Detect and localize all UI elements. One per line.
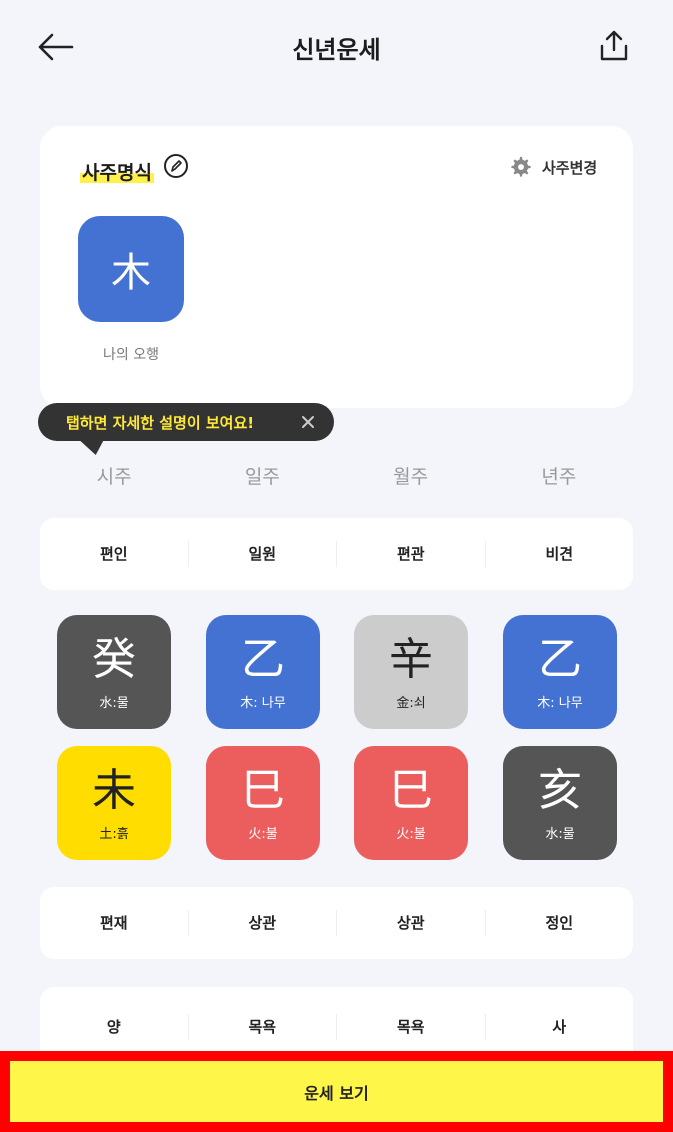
app-header: 신년운세 <box>0 0 673 96</box>
stem-tile-month[interactable]: 辛 金:쇠 <box>354 615 468 729</box>
stem-element-label: 木: 나무 <box>240 695 286 711</box>
branch-char: 巳 <box>389 764 433 816</box>
share-icon[interactable] <box>596 28 632 64</box>
branch-tile-month[interactable]: 巳 火:불 <box>354 746 468 860</box>
stem-char: 癸 <box>92 633 136 685</box>
stage-cell[interactable]: 목욕 <box>336 1014 485 1040</box>
branch-element-label: 土:흙 <box>99 826 129 842</box>
close-icon[interactable] <box>298 412 318 432</box>
branch-element-label: 火:불 <box>396 826 426 842</box>
stem-element-label: 木: 나무 <box>537 695 583 711</box>
my-element-char: 木 <box>111 250 151 296</box>
my-element-tile[interactable]: 木 <box>78 216 184 322</box>
ten-god-cell[interactable]: 편재 <box>40 910 188 936</box>
gear-icon <box>511 156 531 177</box>
stem-char: 乙 <box>241 633 285 685</box>
pillar-headers: 시주 일주 월주 년주 <box>40 462 633 496</box>
branch-char: 巳 <box>241 764 285 816</box>
stem-element-label: 金:쇠 <box>396 695 426 711</box>
pillar-header-year: 년주 <box>541 466 577 488</box>
ten-god-cell[interactable]: 일원 <box>187 541 337 567</box>
ten-god-cell[interactable]: 상관 <box>336 910 485 936</box>
ten-god-cell[interactable]: 편관 <box>336 541 485 567</box>
ten-gods-bottom-row: 편재 상관 상관 정인 <box>40 887 633 959</box>
stage-cell[interactable]: 목욕 <box>187 1014 337 1040</box>
branch-element-label: 水:물 <box>545 826 575 842</box>
stem-tile-hour[interactable]: 癸 水:물 <box>57 615 171 729</box>
pillar-header-day: 일주 <box>244 466 280 488</box>
pen-icon[interactable] <box>163 153 189 179</box>
ten-god-cell[interactable]: 편인 <box>40 541 188 567</box>
hint-tooltip: 탭하면 자세한 설명이 보여요! <box>38 403 334 441</box>
branch-tile-year[interactable]: 亥 水:물 <box>503 746 617 860</box>
stage-cell[interactable]: 사 <box>484 1014 634 1040</box>
stem-tile-day[interactable]: 乙 木: 나무 <box>206 615 320 729</box>
view-fortune-button[interactable]: 운세 보기 <box>10 1061 663 1122</box>
ten-god-cell[interactable]: 상관 <box>187 910 337 936</box>
branch-char: 亥 <box>538 764 582 816</box>
stem-tile-year[interactable]: 乙 木: 나무 <box>503 615 617 729</box>
stem-char: 乙 <box>538 633 582 685</box>
change-saju-button[interactable]: 사주변경 <box>510 154 597 180</box>
change-saju-label: 사주변경 <box>542 158 598 177</box>
ten-god-cell[interactable]: 비견 <box>484 541 634 567</box>
my-element-caption: 나의 오행 <box>103 347 159 363</box>
branch-element-label: 火:불 <box>248 826 278 842</box>
ten-gods-top-row: 편인 일원 편관 비견 <box>40 518 633 590</box>
tooltip-text: 탭하면 자세한 설명이 보여요! <box>66 413 255 432</box>
stem-element-label: 水:물 <box>99 695 129 711</box>
stem-char: 辛 <box>389 633 433 685</box>
branch-tile-day[interactable]: 巳 火:불 <box>206 746 320 860</box>
ten-god-cell[interactable]: 정인 <box>484 910 634 936</box>
cta-highlight-frame: 운세 보기 <box>0 1051 673 1132</box>
pillar-character-grid: 癸 水:물 乙 木: 나무 辛 金:쇠 乙 木: 나무 未 土:흙 巳 火:불 … <box>57 615 617 861</box>
saju-card: 사주명식 사주변경 木 나의 오행 <box>40 126 633 408</box>
page-title: 신년운세 <box>292 36 381 64</box>
branch-char: 未 <box>92 764 136 816</box>
pillar-header-hour: 시주 <box>96 466 132 488</box>
stage-cell[interactable]: 양 <box>40 1014 188 1040</box>
card-title: 사주명식 <box>80 158 154 185</box>
pillar-header-month: 월주 <box>393 466 429 488</box>
branch-tile-hour[interactable]: 未 土:흙 <box>57 746 171 860</box>
